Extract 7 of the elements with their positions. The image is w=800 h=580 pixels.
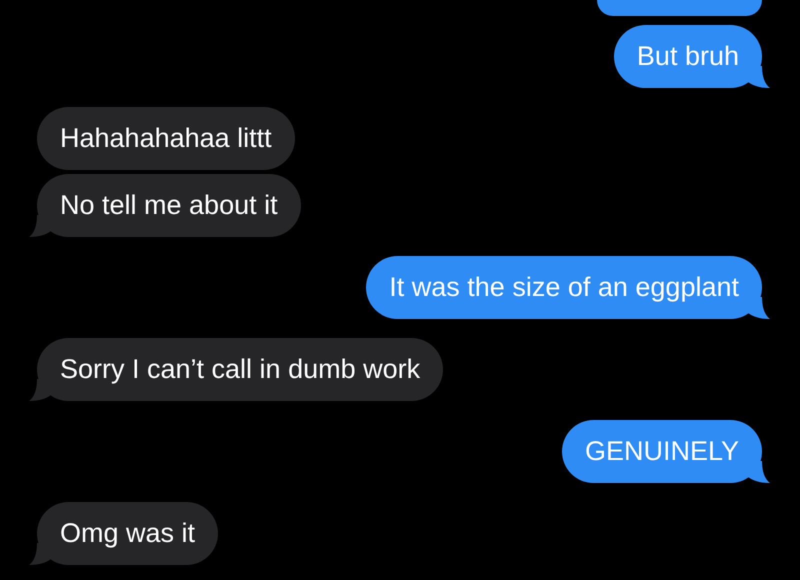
sent-message: It was the size of an eggplant (366, 256, 762, 319)
received-message: Sorry I can’t call in dumb work (37, 338, 444, 401)
sent-message: GENUINELY (562, 420, 762, 483)
received-message: Omg was it (37, 502, 218, 565)
sent-message: But bruh (614, 25, 762, 88)
received-message: Hahahahahaa littt (37, 107, 295, 170)
received-message: No tell me about it (37, 174, 301, 237)
